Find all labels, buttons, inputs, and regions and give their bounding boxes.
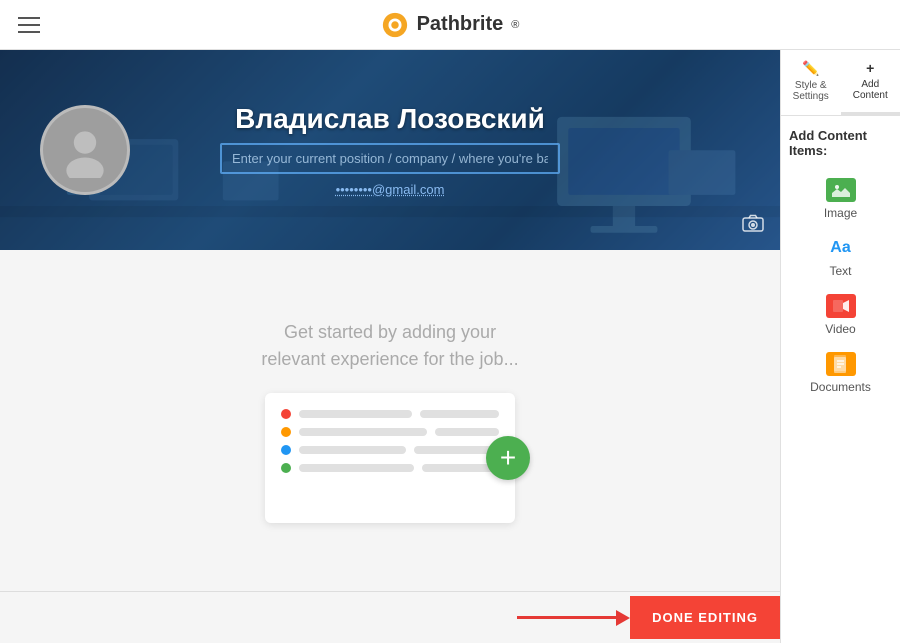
- text-icon: Aa: [826, 236, 856, 260]
- content-item-image[interactable]: Image: [789, 170, 892, 228]
- get-started-text: Get started by adding your relevant expe…: [261, 319, 518, 373]
- logo-reg: ®: [511, 19, 519, 31]
- documents-label: Documents: [810, 380, 871, 394]
- video-label: Video: [825, 322, 855, 336]
- hero-banner: Владислав Лозовский ••••••••@gmail.com: [0, 50, 780, 250]
- card-row-2: [281, 427, 499, 437]
- sidebar-tabs: ✏️ Style & Settings + Add Content: [781, 50, 900, 116]
- bottom-bar: DONE EDITING: [0, 591, 780, 643]
- tab-style-settings[interactable]: ✏️ Style & Settings: [781, 50, 841, 115]
- content-item-text[interactable]: Aa Text: [789, 228, 892, 286]
- card-line-2a: [299, 428, 427, 436]
- tab-style-label: Style & Settings: [785, 80, 837, 102]
- pencil-icon: ✏️: [802, 60, 819, 77]
- card-line-3a: [299, 446, 406, 454]
- content-area: Владислав Лозовский ••••••••@gmail.com G…: [0, 50, 780, 643]
- content-item-documents[interactable]: Documents: [789, 344, 892, 402]
- documents-icon: [826, 352, 856, 376]
- video-icon: [826, 294, 856, 318]
- avatar-icon: [57, 122, 113, 178]
- arrow-indicator: [517, 610, 630, 626]
- card-line-1b: [420, 410, 499, 418]
- card-line-4a: [299, 464, 414, 472]
- menu-button[interactable]: [18, 17, 40, 33]
- arrow-head: [616, 610, 630, 626]
- done-editing-button[interactable]: DONE EDITING: [630, 596, 780, 639]
- avatar[interactable]: [40, 105, 130, 195]
- done-editing-label: DONE EDITING: [652, 610, 758, 625]
- image-label: Image: [824, 206, 857, 220]
- user-email[interactable]: ••••••••@gmail.com: [220, 182, 560, 197]
- text-label: Text: [829, 264, 851, 278]
- logo-text: Pathbrite: [417, 13, 504, 36]
- card-row-3: [281, 445, 499, 455]
- sidebar-content: Add Content Items: Image Aa Text: [781, 116, 900, 643]
- tab-add-label: Add Content: [845, 79, 897, 101]
- card-dot-red: [281, 409, 291, 419]
- main-container: Владислав Лозовский ••••••••@gmail.com G…: [0, 50, 900, 643]
- card-dot-green: [281, 463, 291, 473]
- position-input[interactable]: [220, 143, 560, 174]
- card-line-2b: [435, 428, 499, 436]
- hero-center: Владислав Лозовский ••••••••@gmail.com: [220, 103, 560, 197]
- tab-add-content[interactable]: + Add Content: [841, 50, 900, 115]
- card-dot-orange: [281, 427, 291, 437]
- card-line-1a: [299, 410, 412, 418]
- card-dot-blue: [281, 445, 291, 455]
- logo-icon: [381, 11, 409, 39]
- content-item-video[interactable]: Video: [789, 286, 892, 344]
- add-content-circle-button[interactable]: +: [486, 436, 530, 480]
- sidebar: ✏️ Style & Settings + Add Content Add Co…: [780, 50, 900, 643]
- logo: Pathbrite ®: [381, 11, 520, 39]
- header: Pathbrite ®: [0, 0, 900, 50]
- card-row-4: [281, 463, 499, 473]
- arrow-shaft: [517, 616, 617, 619]
- card-illustration: +: [265, 393, 515, 523]
- camera-icon[interactable]: [742, 214, 764, 238]
- sidebar-section-title: Add Content Items:: [789, 128, 892, 158]
- plus-icon: +: [866, 60, 874, 76]
- body-area: Get started by adding your relevant expe…: [0, 250, 780, 591]
- card-row-1: [281, 409, 499, 419]
- image-icon: [826, 178, 856, 202]
- user-name: Владислав Лозовский: [220, 103, 560, 135]
